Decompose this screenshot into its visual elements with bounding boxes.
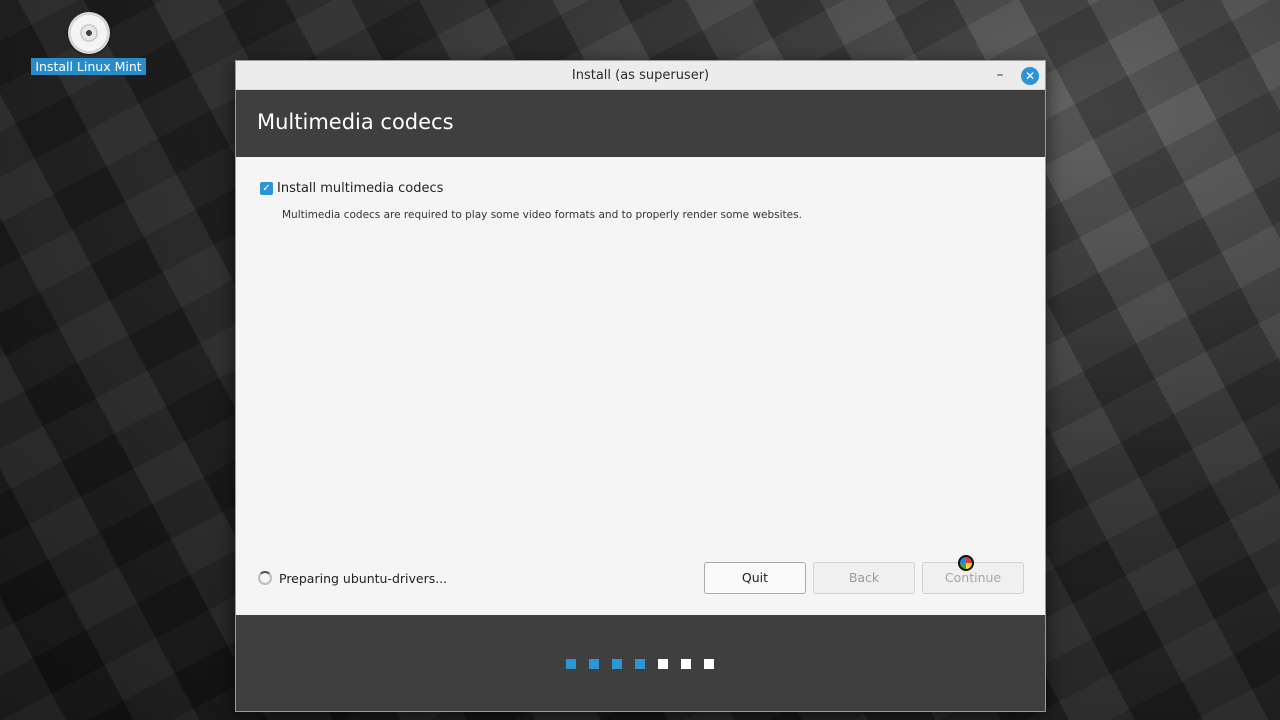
desktop-icon-label: Install Linux Mint xyxy=(31,58,146,75)
window-title: Install (as superuser) xyxy=(571,68,710,83)
install-codecs-checkbox[interactable]: ✓ xyxy=(260,182,273,195)
progress-dot-completed xyxy=(566,659,576,669)
disc-icon xyxy=(67,12,110,54)
progress-footer xyxy=(236,615,1045,711)
progress-dot-pending xyxy=(704,659,714,669)
progress-dot-pending xyxy=(681,659,691,669)
page-title: Multimedia codecs xyxy=(257,110,454,134)
page-content: ✓ Install multimedia codecs Multimedia c… xyxy=(236,157,1045,615)
title-bar[interactable]: Install (as superuser) – ✕ xyxy=(236,61,1045,90)
page-header: Multimedia codecs xyxy=(236,90,1045,157)
desktop: Install Linux Mint Install (as superuser… xyxy=(0,0,1280,720)
progress-dot-pending xyxy=(658,659,668,669)
progress-indicator xyxy=(566,659,714,669)
desktop-icon-install-linux-mint[interactable]: Install Linux Mint xyxy=(31,12,146,75)
back-button[interactable]: Back xyxy=(813,562,915,594)
quit-button[interactable]: Quit xyxy=(704,562,806,594)
progress-dot-completed xyxy=(589,659,599,669)
minimize-button[interactable]: – xyxy=(990,65,1010,85)
busy-cursor-icon xyxy=(958,555,974,571)
progress-dot-completed xyxy=(635,659,645,669)
install-codecs-label[interactable]: Install multimedia codecs xyxy=(277,181,443,196)
codecs-description: Multimedia codecs are required to play s… xyxy=(282,209,802,221)
installer-window: Install (as superuser) – ✕ Multimedia co… xyxy=(235,60,1046,712)
progress-dot-completed xyxy=(612,659,622,669)
status-text: Preparing ubuntu-drivers... xyxy=(279,571,448,586)
close-button[interactable]: ✕ xyxy=(1021,67,1039,85)
spinner-icon xyxy=(258,571,272,585)
